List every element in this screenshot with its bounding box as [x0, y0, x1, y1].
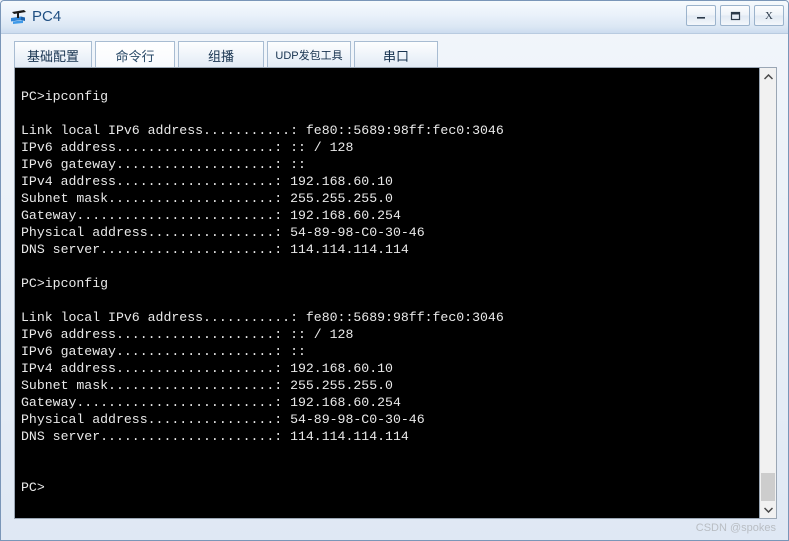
tab-label: 基础配置 [26, 48, 79, 64]
tab-serial-port[interactable]: 串口 [354, 41, 438, 69]
window-title: PC4 [32, 8, 62, 25]
tab-command-line[interactable]: 命令行 [95, 41, 175, 69]
console-scrollbar[interactable] [759, 68, 776, 518]
tab-label: 组播 [207, 48, 234, 64]
terminal-text: PC>ipconfig Link local IPv6 address.....… [21, 89, 504, 495]
close-button[interactable]: X [754, 5, 784, 26]
tab-label: 串口 [382, 48, 409, 64]
minimize-button[interactable] [686, 5, 716, 26]
title-bar[interactable]: PC4 X [1, 1, 788, 34]
tab-udp-tool[interactable]: UDP发包工具 [267, 41, 351, 69]
scrollbar-thumb[interactable] [761, 473, 775, 503]
watermark: CSDN @spokes [695, 522, 776, 534]
scroll-up-arrow-icon[interactable] [760, 68, 776, 85]
tab-label: 命令行 [115, 48, 155, 64]
window-controls: X [686, 5, 784, 26]
maximize-button[interactable] [720, 5, 750, 26]
pc-device-icon [9, 7, 29, 27]
tab-label: UDP发包工具 [275, 50, 343, 62]
tab-strip: 基础配置 命令行 组播 UDP发包工具 串口 [14, 41, 777, 69]
scrollbar-track[interactable] [760, 85, 776, 503]
terminal-output[interactable]: PC>ipconfig Link local IPv6 address.....… [15, 68, 759, 518]
tab-basic-config[interactable]: 基础配置 [14, 41, 92, 69]
scroll-down-arrow-icon[interactable] [760, 501, 776, 518]
pc4-window: PC4 X 基础配置 命令行 组播 UDP发包工具 串口 PC>ipconfig… [0, 0, 789, 541]
console-panel: PC>ipconfig Link local IPv6 address.....… [14, 67, 777, 519]
svg-text:X: X [765, 10, 773, 21]
tab-multicast[interactable]: 组播 [178, 41, 264, 69]
